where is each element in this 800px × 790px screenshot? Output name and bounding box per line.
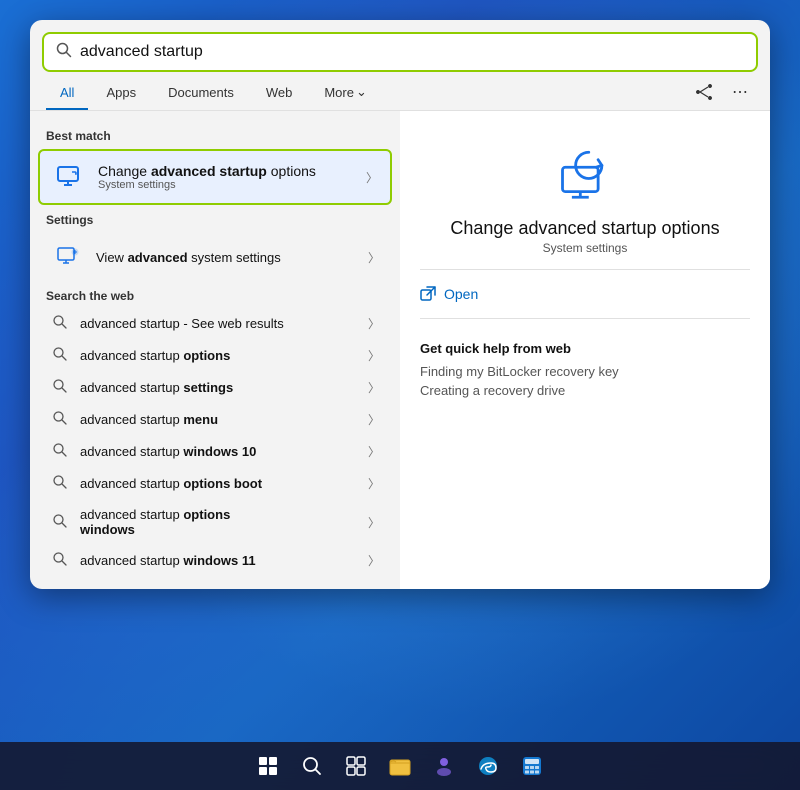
search-web-icon-0 — [50, 315, 70, 332]
left-panel: Best match Change advanced startup optio… — [30, 111, 400, 589]
web-item-6[interactable]: advanced startup optionswindows 〉 — [38, 500, 392, 544]
search-web-icon-7 — [50, 552, 70, 569]
task-view-button[interactable] — [336, 746, 376, 786]
windows-logo-icon — [259, 757, 277, 775]
web-item-arrow-5: 〉 — [368, 475, 380, 492]
best-match-arrow: 〉 — [366, 169, 378, 186]
right-panel: Change advanced startup options System s… — [400, 111, 770, 589]
system-settings-icon — [52, 159, 88, 195]
web-item-arrow-4: 〉 — [368, 443, 380, 460]
search-icon — [56, 42, 72, 62]
tab-web[interactable]: Web — [252, 79, 307, 110]
settings-item-text: View advanced system settings — [96, 250, 281, 265]
right-panel-subtitle: System settings — [543, 241, 628, 255]
main-content: Best match Change advanced startup optio… — [30, 111, 770, 589]
help-link-1[interactable]: Creating a recovery drive — [420, 381, 750, 400]
search-web-icon-2 — [50, 379, 70, 396]
help-link-0[interactable]: Finding my BitLocker recovery key — [420, 362, 750, 381]
search-web-icon-4 — [50, 443, 70, 460]
calculator-icon — [521, 755, 543, 777]
tab-actions: ⋯ — [690, 78, 754, 110]
search-web-icon-5 — [50, 475, 70, 492]
web-item-arrow-1: 〉 — [368, 347, 380, 364]
web-item-text-4: advanced startup windows 10 — [80, 444, 256, 459]
taskbar-search-button[interactable] — [292, 746, 332, 786]
settings-item-title: View advanced system settings — [96, 250, 281, 265]
web-item-text-2: advanced startup settings — [80, 380, 233, 395]
open-external-icon — [420, 286, 436, 302]
settings-item-arrow: 〉 — [368, 249, 380, 266]
best-match-label: Best match — [30, 123, 400, 147]
web-item-5[interactable]: advanced startup options boot 〉 — [38, 468, 392, 499]
tab-more[interactable]: More ⌄ — [310, 78, 381, 110]
calculator-button[interactable] — [512, 746, 552, 786]
tab-documents[interactable]: Documents — [154, 79, 248, 110]
web-item-arrow-7: 〉 — [368, 552, 380, 569]
search-web-icon-1 — [50, 347, 70, 364]
search-popup: All Apps Documents Web More ⌄ ⋯ — [30, 20, 770, 589]
web-item-arrow-0: 〉 — [368, 315, 380, 332]
best-match-text: Change advanced startup options System s… — [98, 163, 316, 191]
advanced-system-settings-icon — [50, 239, 86, 275]
search-web-icon-3 — [50, 411, 70, 428]
restart-icon — [555, 141, 615, 206]
web-item-1[interactable]: advanced startup options 〉 — [38, 340, 392, 371]
web-item-arrow-6: 〉 — [368, 514, 380, 531]
more-options-icon[interactable]: ⋯ — [726, 78, 754, 106]
web-item-arrow-3: 〉 — [368, 411, 380, 428]
start-button[interactable] — [248, 746, 288, 786]
web-item-4[interactable]: advanced startup windows 10 〉 — [38, 436, 392, 467]
search-bar — [42, 32, 758, 72]
taskbar-search-icon — [302, 756, 322, 776]
best-match-title: Change advanced startup options — [98, 163, 316, 179]
best-match-item[interactable]: Change advanced startup options System s… — [38, 149, 392, 205]
teams-button[interactable] — [424, 746, 464, 786]
web-item-2[interactable]: advanced startup settings 〉 — [38, 372, 392, 403]
web-item-text-3: advanced startup menu — [80, 412, 218, 427]
right-panel-title: Change advanced startup options — [450, 218, 719, 239]
web-item-7[interactable]: advanced startup windows 11 〉 — [38, 545, 392, 576]
quick-help-label: Get quick help from web — [420, 341, 750, 356]
filter-tabs: All Apps Documents Web More ⌄ ⋯ — [30, 72, 770, 111]
settings-item-advanced-system[interactable]: View advanced system settings 〉 — [38, 232, 392, 282]
task-view-icon — [346, 756, 366, 776]
web-item-0[interactable]: advanced startup - See web results 〉 — [38, 308, 392, 339]
chevron-down-icon: ⌄ — [356, 84, 367, 100]
web-item-text-0: advanced startup - See web results — [80, 316, 284, 331]
web-item-text-5: advanced startup options boot — [80, 476, 262, 491]
tab-apps[interactable]: Apps — [92, 79, 150, 110]
web-search-label: Search the web — [30, 283, 400, 307]
taskbar — [0, 742, 800, 790]
edge-icon — [477, 755, 499, 777]
web-item-text-7: advanced startup windows 11 — [80, 553, 256, 568]
right-divider-bottom — [420, 318, 750, 319]
tab-all[interactable]: All — [46, 79, 88, 110]
teams-icon — [433, 755, 455, 777]
file-explorer-icon — [389, 755, 411, 777]
web-item-text-1: advanced startup options — [80, 348, 230, 363]
settings-label: Settings — [30, 207, 400, 231]
web-item-arrow-2: 〉 — [368, 379, 380, 396]
web-item-text-6: advanced startup optionswindows — [80, 507, 230, 537]
search-input[interactable] — [80, 43, 744, 61]
search-web-icon-6 — [50, 514, 70, 531]
open-label: Open — [444, 286, 478, 302]
file-explorer-button[interactable] — [380, 746, 420, 786]
edge-button[interactable] — [468, 746, 508, 786]
open-link[interactable]: Open — [420, 284, 750, 304]
share-icon[interactable] — [690, 78, 718, 106]
best-match-subtitle: System settings — [98, 179, 316, 191]
right-divider-top — [420, 269, 750, 270]
web-item-3[interactable]: advanced startup menu 〉 — [38, 404, 392, 435]
